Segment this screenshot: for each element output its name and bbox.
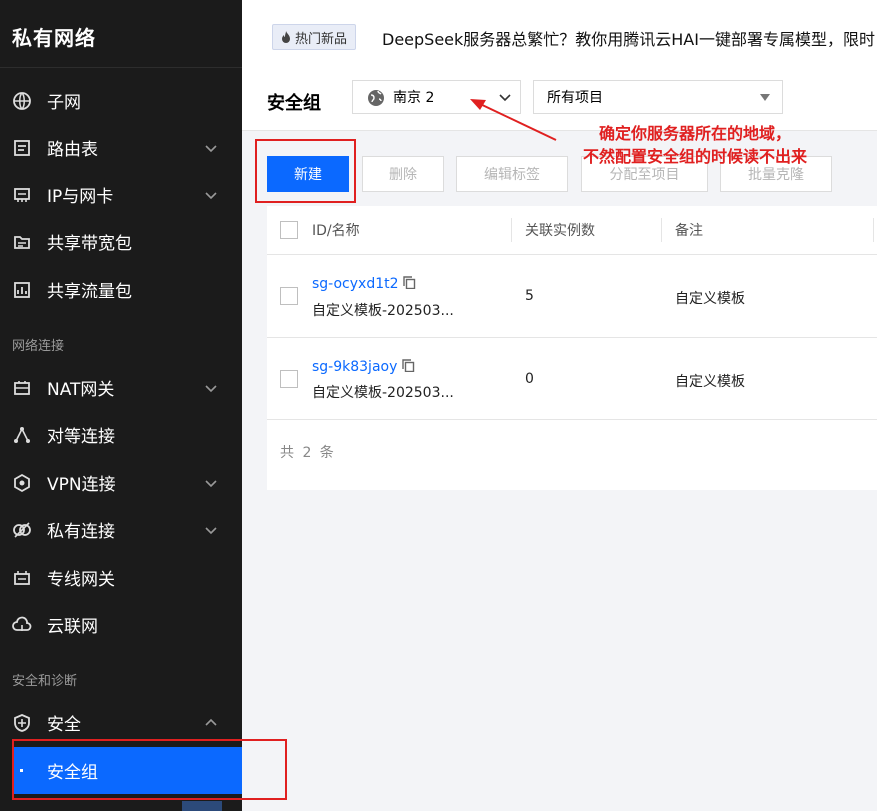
security-group-id-link[interactable]: sg-ocyxd1t2 <box>312 276 399 292</box>
column-header-id-name: ID/名称 <box>312 223 360 239</box>
promo-banner: 热门新品 DeepSeek服务器总繁忙？教你用腾讯云HAI一键部署专属模型，限时 <box>242 0 877 67</box>
column-divider <box>873 218 874 242</box>
remark-text: 自定义模板 <box>675 291 745 307</box>
sidebar-item-private-link[interactable]: 私有连接 <box>0 506 242 553</box>
instance-count-link[interactable]: 0 <box>525 371 534 387</box>
sidebar-item-label: 专线网关 <box>47 570 115 590</box>
sidebar-item-label: 共享流量包 <box>47 282 132 302</box>
project-select[interactable]: 所有项目 <box>533 80 783 114</box>
sidebar-item-label: 共享带宽包 <box>47 234 132 254</box>
security-group-id-link[interactable]: sg-9k83jaoy <box>312 359 397 375</box>
row-divider <box>267 419 877 420</box>
chevron-down-icon <box>205 144 217 152</box>
copy-icon[interactable] <box>402 359 415 373</box>
sidebar-item-ccn[interactable]: 云联网 <box>0 601 242 648</box>
globe-icon <box>368 90 384 106</box>
dc-gateway-icon <box>12 568 32 588</box>
bandwidth-icon <box>12 232 32 252</box>
promo-link[interactable]: DeepSeek服务器总繁忙？教你用腾讯云HAI一键部署专属模型，限时 <box>382 26 875 50</box>
sidebar-title: 私有网络 <box>12 26 96 50</box>
remark-text: 自定义模板 <box>675 374 745 390</box>
sidebar-item-peering[interactable]: 对等连接 <box>0 411 242 458</box>
sidebar-item-ip-nic[interactable]: IP与网卡 <box>0 171 242 218</box>
sidebar-item-label: 私有连接 <box>47 522 115 542</box>
shield-icon <box>12 713 32 733</box>
private-link-icon <box>12 520 32 540</box>
sidebar-item-label: 安全 <box>47 715 81 735</box>
security-group-name: 自定义模板-202503... <box>312 385 454 401</box>
sidebar-item-dc-gateway[interactable]: 专线网关 <box>0 554 242 601</box>
highlight-box-new-button <box>255 139 356 203</box>
section-label-security-diag: 安全和诊断 <box>12 674 78 689</box>
ccn-icon <box>12 615 32 635</box>
sidebar-divider <box>0 67 242 68</box>
globe-icon <box>12 91 32 111</box>
page-title: 安全组 <box>267 93 321 114</box>
sidebar-item-nat-gateway[interactable]: NAT网关 <box>0 364 242 411</box>
sidebar-item-label: IP与网卡 <box>47 187 114 207</box>
vpn-icon <box>12 473 32 493</box>
sidebar-item-label: NAT网关 <box>47 380 115 400</box>
select-all-checkbox[interactable] <box>280 221 298 239</box>
header-divider <box>267 254 877 255</box>
instance-count-link[interactable]: 5 <box>525 288 534 304</box>
flame-icon <box>282 31 290 43</box>
hot-new-label: 热门新品 <box>295 31 348 47</box>
annotation-line-1: 确定你服务器所在的地域， <box>598 124 791 143</box>
row-checkbox[interactable] <box>280 370 298 388</box>
sidebar-item-vpn[interactable]: VPN连接 <box>0 459 242 506</box>
sidebar-item-label: 云联网 <box>47 617 98 637</box>
sidebar-item-label: 子网 <box>47 93 81 113</box>
highlight-box-security-group <box>12 739 287 800</box>
security-group-table: ID/名称 关联实例数 备注 sg-ocyxd1t2 自定义模板-202503.… <box>267 206 877 490</box>
annotation-line-2: 不然配置安全组的时候读不出来 <box>582 147 807 166</box>
row-divider <box>267 337 877 338</box>
security-group-name: 自定义模板-202503... <box>312 303 454 319</box>
sidebar-item-label: VPN连接 <box>47 475 116 495</box>
traffic-icon <box>12 280 32 300</box>
section-label-network-connect: 网络连接 <box>12 339 65 354</box>
sidebar-item-route-table[interactable]: 路由表 <box>0 124 242 171</box>
sidebar-item-shared-bandwidth[interactable]: 共享带宽包 <box>0 218 242 265</box>
column-divider <box>661 218 662 242</box>
sidebar-item-label: 对等连接 <box>47 427 115 447</box>
chevron-down-icon <box>205 384 217 392</box>
nat-icon <box>12 378 32 398</box>
chevron-up-icon <box>205 718 217 726</box>
chevron-down-icon <box>205 526 217 534</box>
route-table-icon <box>12 138 32 158</box>
total-count: 共 2 条 <box>280 445 336 461</box>
copy-icon[interactable] <box>403 276 416 290</box>
caret-down-icon <box>760 94 770 101</box>
column-divider <box>511 218 512 242</box>
nic-icon <box>12 185 32 205</box>
delete-button[interactable]: 删除 <box>362 156 444 192</box>
region-value: 南京 2 <box>393 90 435 106</box>
column-header-remark: 备注 <box>675 223 703 239</box>
collapse-handle[interactable] <box>182 801 222 811</box>
chevron-down-icon <box>205 191 217 199</box>
sidebar-item-subnet[interactable]: 子网 <box>0 77 242 124</box>
sidebar: 私有网络 子网 路由表 IP与网卡 共享带宽包 共享流量包 网络连接 NAT网关… <box>0 0 242 811</box>
row-checkbox[interactable] <box>280 287 298 305</box>
chevron-down-icon <box>205 479 217 487</box>
column-header-instances: 关联实例数 <box>525 223 595 239</box>
hot-new-tag[interactable]: 热门新品 <box>272 24 357 50</box>
sidebar-item-label: 路由表 <box>47 140 98 160</box>
sidebar-item-shared-traffic[interactable]: 共享流量包 <box>0 266 242 313</box>
peering-icon <box>12 425 32 445</box>
